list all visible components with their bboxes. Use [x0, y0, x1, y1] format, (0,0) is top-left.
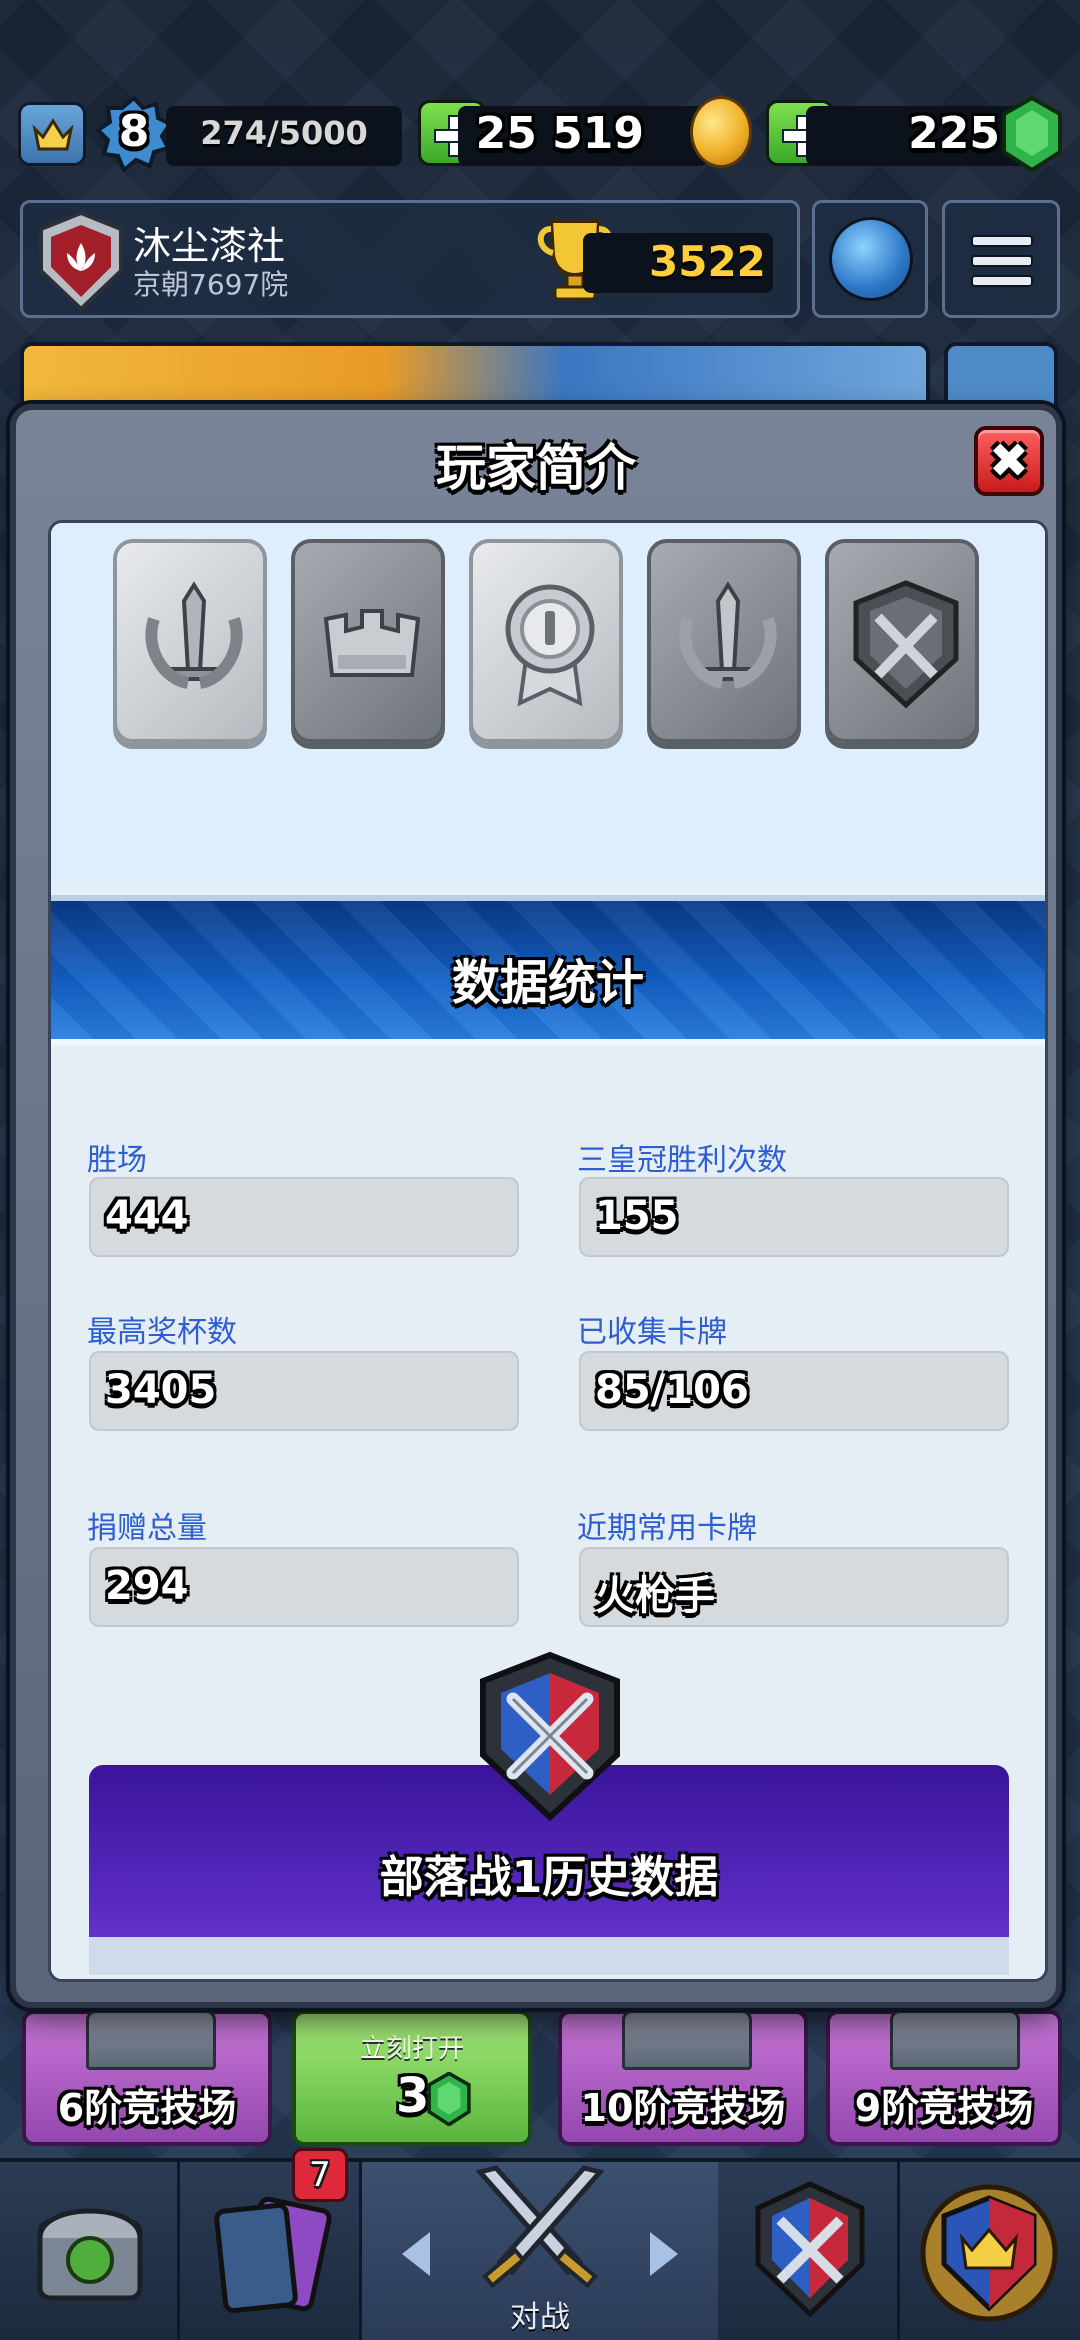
clan-subtitle: 京朝7697院	[133, 268, 289, 301]
donations-value: 294	[105, 1563, 189, 1609]
badges-row	[51, 523, 1045, 883]
gem-icon	[427, 2072, 471, 2126]
bottom-navigation: 对战	[0, 2158, 1080, 2340]
three-crown-label: 三皇冠胜利次数	[577, 1143, 787, 1178]
nav-shop[interactable]	[0, 2162, 180, 2340]
level-number: 8	[118, 106, 150, 157]
cards-icon	[214, 2196, 332, 2314]
open-cost: 3	[396, 2068, 430, 2124]
badge-tile[interactable]	[647, 539, 801, 743]
shop-chest-icon	[37, 2208, 143, 2301]
best-trophies-label: 最高奖杯数	[87, 1315, 237, 1350]
clan-war-shield-icon	[755, 2181, 865, 2318]
sword-laurel-badge-icon	[679, 581, 777, 689]
hamburger-icon	[971, 235, 1033, 247]
chest-slot-label: 9阶竞技场	[854, 2086, 1034, 2130]
gold-coin-icon	[690, 96, 752, 168]
player-profile-modal: 玩家简介 ✖ 数据统计 胜场 444 三皇冠胜利次数 155 最高奖杯数 340…	[10, 404, 1062, 2008]
clan-war-shield-badge-icon	[853, 580, 959, 709]
cards-notification-badge: 7	[292, 2148, 348, 2202]
clan-badge-icon	[39, 210, 123, 312]
chest-icon	[890, 2010, 1020, 2070]
crossed-swords-icon	[475, 2165, 605, 2289]
xp-bar: 274/5000	[166, 106, 402, 166]
chest-slot-label: 10阶竞技场	[580, 2086, 786, 2130]
favorite-card-value-box[interactable]: 火枪手	[579, 1547, 1009, 1627]
tournament-crest-icon	[920, 2184, 1058, 2322]
chest-slot-open-now[interactable]: 立刻打开 3	[292, 2010, 532, 2146]
xp-text: 274/5000	[200, 114, 368, 152]
favorite-card-value: 火枪手	[595, 1573, 715, 1619]
close-button[interactable]: ✖	[974, 426, 1044, 496]
crown-icon	[32, 118, 74, 151]
modal-content: 数据统计 胜场 444 三皇冠胜利次数 155 最高奖杯数 3405 已收集卡牌…	[48, 520, 1048, 1982]
wins-value-box: 444	[89, 1177, 519, 1257]
gold-bar: 25 519	[458, 106, 708, 166]
friends-globe-button[interactable]	[812, 200, 928, 318]
gold-amount: 25 519	[475, 108, 644, 159]
resource-bar: 8 274/5000 25 519 225	[0, 95, 1080, 176]
clan-war-history-title: 部落战1历史数据	[379, 1852, 719, 1903]
menu-button[interactable]	[942, 200, 1060, 318]
chevron-left-icon[interactable]	[402, 2232, 430, 2276]
level-badge[interactable]: 8	[94, 95, 173, 174]
nav-battle[interactable]: 对战	[362, 2162, 718, 2340]
trophy-count: 3522	[649, 237, 766, 286]
crown-chest-button[interactable]	[18, 102, 86, 166]
globe-icon	[829, 217, 913, 301]
medal-badge-icon	[505, 584, 595, 707]
gem-icon	[1002, 96, 1062, 172]
chest-icon	[86, 2010, 216, 2070]
three-crown-value-box: 155	[579, 1177, 1009, 1257]
badge-tile[interactable]	[113, 539, 267, 743]
chest-icon	[622, 2010, 752, 2070]
wins-value: 444	[105, 1193, 189, 1239]
three-crown-value: 155	[595, 1193, 679, 1239]
clan-info-bar[interactable]: 沐尘漆社 京朝7697院 3522	[20, 200, 800, 318]
favorite-card-label: 近期常用卡牌	[577, 1511, 757, 1546]
cards-found-value-box: 85/106	[579, 1351, 1009, 1431]
stats-section-header: 数据统计	[51, 895, 1045, 1045]
crown-badge-icon	[323, 609, 421, 677]
best-trophies-value: 3405	[105, 1367, 217, 1413]
gem-amount: 225	[908, 108, 1000, 159]
nav-events[interactable]	[900, 2162, 1080, 2340]
chest-slot-1[interactable]: 6阶竞技场	[22, 2010, 272, 2146]
nav-clan[interactable]	[720, 2162, 900, 2340]
cards-badge-count: 7	[309, 2155, 331, 2195]
chevron-right-icon[interactable]	[650, 2232, 678, 2276]
trophy-count-box: 3522	[583, 233, 773, 293]
chest-slot-3[interactable]: 10阶竞技场	[558, 2010, 808, 2146]
cards-found-label: 已收集卡牌	[577, 1315, 727, 1350]
battle-label: 对战	[510, 2300, 570, 2335]
donations-label: 捐赠总量	[87, 1511, 207, 1546]
chest-slot-label: 6阶竞技场	[57, 2086, 237, 2130]
chest-slots: 6阶竞技场 立刻打开 3 10阶竞技场 9阶竞技场	[0, 2010, 1080, 2150]
sword-laurel-badge-icon	[145, 581, 243, 689]
clan-name: 沐尘漆社	[133, 224, 286, 268]
badge-tile[interactable]	[825, 539, 979, 743]
badge-tile[interactable]	[469, 539, 623, 743]
clan-war-emblem-icon	[480, 1651, 620, 1821]
open-now-label: 立刻打开	[359, 2034, 464, 2064]
wins-label: 胜场	[87, 1143, 147, 1178]
best-trophies-value-box: 3405	[89, 1351, 519, 1431]
cards-found-value: 85/106	[595, 1367, 749, 1413]
chest-slot-4[interactable]: 9阶竞技场	[826, 2010, 1062, 2146]
donations-value-box: 294	[89, 1547, 519, 1627]
clan-war-history-strip	[89, 1937, 1009, 1975]
stats-section-title: 数据统计	[451, 955, 644, 1011]
modal-title: 玩家简介	[436, 439, 636, 497]
close-icon: ✖	[988, 433, 1030, 489]
badge-tile[interactable]	[291, 539, 445, 743]
